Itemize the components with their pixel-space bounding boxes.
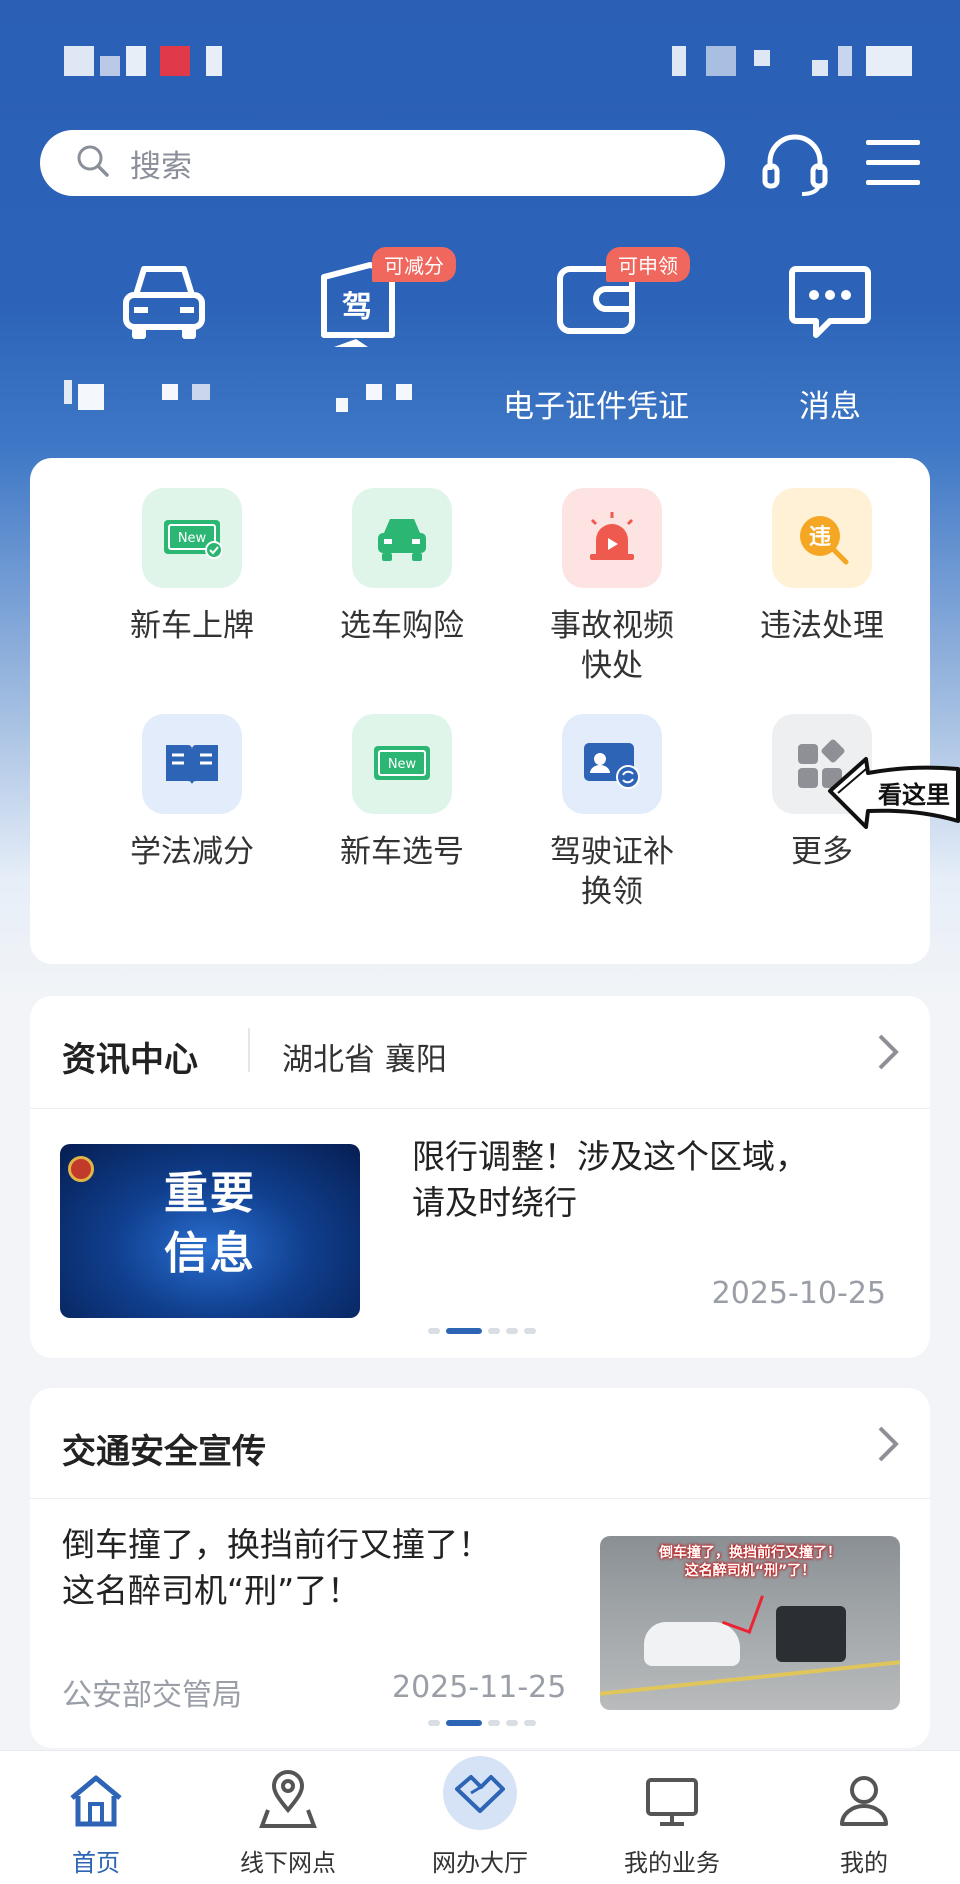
obscured-label <box>64 380 264 410</box>
service-label: 新车选号 <box>340 834 464 870</box>
news-region[interactable]: 湖北省 襄阳 <box>282 1034 447 1079</box>
headset-icon[interactable] <box>760 132 830 202</box>
service-label: 违法处理 <box>760 608 884 644</box>
tab-online-hall[interactable]: 网办大厅 <box>384 1751 576 1878</box>
license-icon: 驾 可减分 <box>312 247 456 347</box>
book-icon <box>142 714 242 814</box>
road-line <box>600 1660 900 1696</box>
search-placeholder: 搜索 <box>130 148 192 185</box>
quick-action-messages[interactable]: 消息 <box>730 255 930 425</box>
quick-action-e-certificate[interactable]: 可申领 电子证件凭证 <box>496 247 696 425</box>
truck-illustration <box>776 1606 846 1662</box>
user-icon <box>768 1765 960 1835</box>
monitor-icon <box>576 1765 768 1835</box>
chevron-right-icon[interactable] <box>876 1032 900 1076</box>
car-illustration <box>644 1622 740 1666</box>
svg-text:违: 违 <box>809 524 831 550</box>
obscured-label <box>262 380 462 412</box>
services-card: New 新车上牌 选车购险 事故视频 快处 违 违法处理 学法减分 New 新车… <box>30 458 930 964</box>
new-plate-icon: New <box>142 488 242 588</box>
chevron-right-icon[interactable] <box>876 1424 900 1468</box>
location-icon <box>192 1765 384 1835</box>
tab-label: 我的 <box>840 1849 888 1877</box>
quick-action-vehicle[interactable] <box>64 255 264 421</box>
svg-text:New: New <box>388 757 417 772</box>
svg-text:驾: 驾 <box>342 290 372 325</box>
service-label: 学法减分 <box>130 834 254 870</box>
service-violation[interactable]: 违 违法处理 <box>722 488 922 646</box>
service-label: 选车购险 <box>340 608 464 644</box>
service-study-reduce-points[interactable]: 学法减分 <box>92 714 292 872</box>
tab-label: 我的业务 <box>624 1849 720 1877</box>
safety-card[interactable]: 交通安全宣传 倒车撞了，换挡前行又撞了！ 这名醉司机“刑”了！ 公安部交管局 2… <box>30 1388 930 1748</box>
thumbnail-text: 重要 信息 <box>164 1168 256 1279</box>
quick-action-label: 电子证件凭证 <box>503 389 689 425</box>
car-icon <box>114 255 214 345</box>
safety-headline[interactable]: 倒车撞了，换挡前行又撞了！ 这名醉司机“刑”了！ <box>62 1522 582 1614</box>
news-thumbnail[interactable]: 重要 信息 <box>60 1144 360 1318</box>
home-icon <box>0 1765 192 1835</box>
service-new-car-number[interactable]: New 新车选号 <box>302 714 502 872</box>
service-new-car-plate[interactable]: New 新车上牌 <box>92 488 292 646</box>
car-insurance-icon <box>352 488 452 588</box>
wallet-icon: 可申领 <box>546 247 690 345</box>
tab-my-business[interactable]: 我的业务 <box>576 1751 768 1878</box>
thumbnail-caption: 倒车撞了，换挡前行又撞了！ 这名醉司机“刑”了！ <box>659 1545 841 1579</box>
service-label: 事故视频 快处 <box>550 608 674 684</box>
quick-action-license[interactable]: 驾 可减分 <box>262 247 462 421</box>
news-date: 2025-10-25 <box>711 1276 886 1311</box>
status-bar <box>0 46 960 82</box>
divider <box>30 1108 930 1109</box>
news-title: 资讯中心 <box>62 1040 198 1080</box>
violation-icon: 违 <box>772 488 872 588</box>
message-icon <box>780 255 880 345</box>
badge-claimable: 可申领 <box>606 247 690 282</box>
handshake-icon <box>384 1756 576 1835</box>
tab-me[interactable]: 我的 <box>768 1751 960 1878</box>
service-label: 新车上牌 <box>130 608 254 644</box>
badge-reduce-points: 可减分 <box>372 247 456 282</box>
new-number-icon: New <box>352 714 452 814</box>
svg-text:New: New <box>178 531 207 546</box>
service-accident-video[interactable]: 事故视频 快处 <box>512 488 712 686</box>
tab-label: 线下网点 <box>240 1849 336 1877</box>
safety-date: 2025-11-25 <box>392 1670 567 1705</box>
divider <box>30 1498 930 1499</box>
alarm-icon <box>562 488 662 588</box>
tab-offline-outlets[interactable]: 线下网点 <box>192 1751 384 1878</box>
search-bar[interactable]: 搜索 <box>40 130 725 196</box>
annotation-text: 看这里 <box>878 781 950 809</box>
carousel-indicator <box>428 1720 536 1726</box>
service-label: 驾驶证补 换领 <box>550 834 674 910</box>
id-card-icon <box>562 714 662 814</box>
news-headline[interactable]: 限行调整！涉及这个区域， 请及时绕行 <box>412 1134 892 1226</box>
service-car-insurance[interactable]: 选车购险 <box>302 488 502 646</box>
news-card[interactable]: 资讯中心 湖北省 襄阳 重要 信息 限行调整！涉及这个区域， 请及时绕行 202… <box>30 996 930 1358</box>
carousel-indicator <box>428 1328 536 1334</box>
tab-label: 网办大厅 <box>432 1849 528 1877</box>
tab-label: 首页 <box>72 1849 120 1877</box>
menu-icon[interactable] <box>864 138 922 192</box>
annotation-arrow: 看这里 <box>822 735 960 845</box>
safety-source: 公安部交管局 <box>62 1678 242 1713</box>
tab-home[interactable]: 首页 <box>0 1751 192 1878</box>
service-license-renewal[interactable]: 驾驶证补 换领 <box>512 714 712 912</box>
safety-thumbnail[interactable]: 倒车撞了，换挡前行又撞了！ 这名醉司机“刑”了！ <box>600 1536 900 1710</box>
safety-title: 交通安全宣传 <box>62 1432 266 1472</box>
title-divider <box>248 1028 250 1072</box>
search-icon <box>76 144 110 182</box>
bottom-tab-bar: 首页 线下网点 网办大厅 我的业务 我的 <box>0 1750 960 1884</box>
quick-action-label: 消息 <box>799 389 861 425</box>
